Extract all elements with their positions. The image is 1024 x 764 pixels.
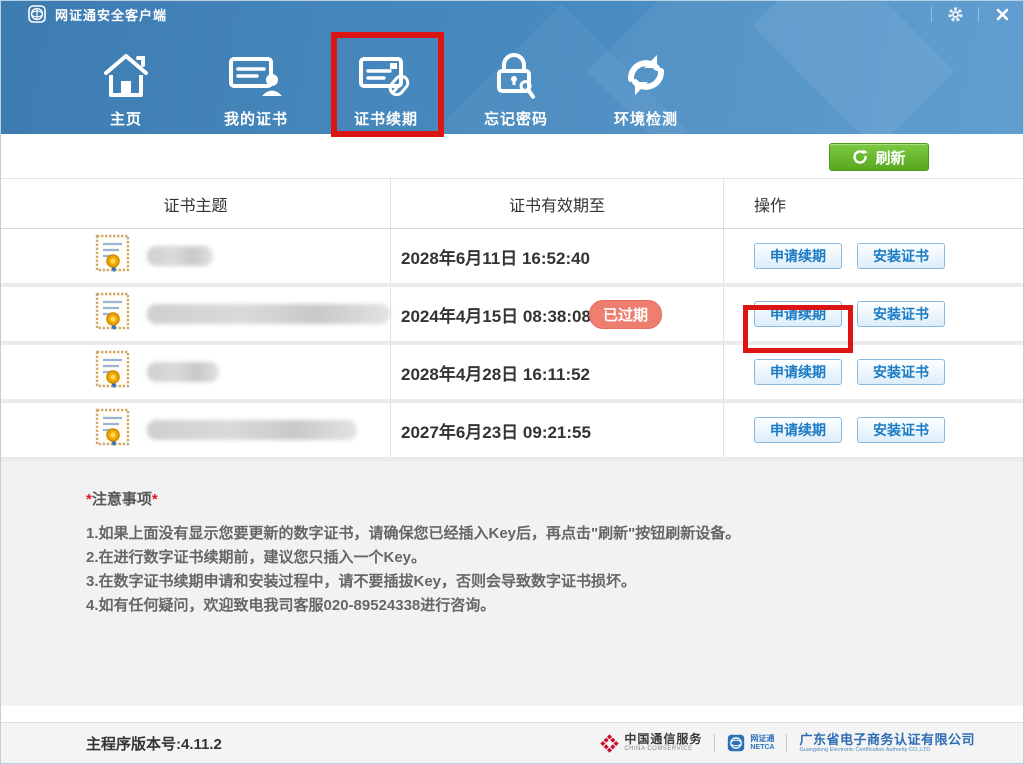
column-header-expiry: 证书有效期至 xyxy=(391,179,724,228)
expiry-date: 2027年6月23日 09:21:55 xyxy=(391,403,724,457)
nav-item-forgot-password[interactable]: 忘记密码 xyxy=(451,39,581,129)
gear-icon[interactable] xyxy=(942,3,968,25)
install-certificate-button[interactable]: 安装证书 xyxy=(857,243,945,269)
column-header-subject: 证书主题 xyxy=(1,179,391,228)
notes-title: *注意事项* xyxy=(86,488,983,509)
window-controls xyxy=(921,1,1015,27)
table-row: 2027年6月23日 09:21:55 申请续期 安装证书 xyxy=(1,403,1023,461)
netca-logo: 网证通 NETCA xyxy=(727,734,774,752)
logo-label-cn: 广东省电子商务认证有限公司 xyxy=(799,733,975,747)
table-header-row: 证书主题 证书有效期至 操作 xyxy=(1,179,1023,229)
home-icon xyxy=(61,39,191,99)
id-card-person-icon xyxy=(191,39,321,99)
card-paperclip-icon xyxy=(321,39,451,99)
expiry-date: 2028年4月28日 16:11:52 xyxy=(391,345,724,399)
nav-item-environment-check[interactable]: 环境检测 xyxy=(581,39,711,129)
notes-list: 1.如果上面没有显示您要更新的数字证书，请确保您已经插入Key后，再点击"刷新"… xyxy=(86,522,983,618)
nav-item-my-certificates[interactable]: 我的证书 xyxy=(191,39,321,129)
nav-label: 我的证书 xyxy=(191,108,321,129)
certificate-seal-icon xyxy=(95,292,131,337)
netca-emblem-icon xyxy=(28,5,46,23)
install-certificate-button[interactable]: 安装证书 xyxy=(857,359,945,385)
lock-wrench-icon xyxy=(451,39,581,99)
renew-button[interactable]: 申请续期 xyxy=(754,417,842,443)
close-icon[interactable] xyxy=(989,3,1015,25)
refresh-button[interactable]: 刷新 xyxy=(829,143,929,171)
nav-item-home[interactable]: 主页 xyxy=(61,39,191,129)
version-label: 主程序版本号:4.11.2 xyxy=(86,733,222,754)
logo-label-en: Guangdong Electronic Certification Autho… xyxy=(799,747,975,753)
footer: 主程序版本号:4.11.2 中国通信服务 CHINA COMSERVICE xyxy=(1,722,1023,763)
titlebar: 网证通安全客户端 xyxy=(1,1,1023,27)
nav-label: 证书续期 xyxy=(321,108,451,129)
toolbar-row: 刷新 xyxy=(1,134,1023,179)
logo-label-cn: 网证通 xyxy=(750,735,774,744)
table-row: 2028年6月11日 16:52:40 申请续期 安装证书 xyxy=(1,229,1023,287)
app-window: 网证通安全客户端 xyxy=(0,0,1024,764)
expiry-date: 2028年6月11日 16:52:40 xyxy=(391,229,724,283)
china-comservice-logo: 中国通信服务 CHINA COMSERVICE xyxy=(600,733,702,753)
certificate-table: 证书主题 证书有效期至 操作 2028年6月11日 xyxy=(1,179,1023,461)
nav-label: 主页 xyxy=(61,108,191,129)
certificate-seal-icon xyxy=(95,408,131,453)
certificate-subject-redacted xyxy=(147,362,219,382)
main-nav: 主页 我的证书 xyxy=(1,39,1023,129)
renew-button[interactable]: 申请续期 xyxy=(754,359,842,385)
certificate-subject-redacted xyxy=(147,304,390,324)
logo-label-en: NETCA xyxy=(750,744,774,752)
logo-label-cn: 中国通信服务 xyxy=(624,733,702,746)
refresh-label: 刷新 xyxy=(875,147,905,168)
certificate-subject-redacted xyxy=(147,420,357,440)
footer-logos: 中国通信服务 CHINA COMSERVICE 网证通 NETCA 广东省电子商… xyxy=(600,733,975,753)
renew-button[interactable]: 申请续期 xyxy=(754,301,842,327)
note-item: 3.在数字证书续期申请和安装过程中，请不要插拔Key，否则会导致数字证书损坏。 xyxy=(86,570,983,594)
header: 网证通安全客户端 xyxy=(1,1,1023,134)
refresh-icon xyxy=(852,149,868,165)
nav-item-certificate-renewal[interactable]: 证书续期 xyxy=(321,39,451,129)
column-header-actions: 操作 xyxy=(724,179,1023,228)
renew-button[interactable]: 申请续期 xyxy=(754,243,842,269)
titlebar-separator xyxy=(931,7,932,22)
sync-arrows-icon xyxy=(581,39,711,99)
expired-badge: 已过期 xyxy=(589,300,662,329)
nav-label: 忘记密码 xyxy=(451,108,581,129)
nav-label: 环境检测 xyxy=(581,108,711,129)
note-item: 4.如有任何疑问，欢迎致电我司客服020-89524338进行咨询。 xyxy=(86,594,983,618)
app-title: 网证通安全客户端 xyxy=(55,5,167,24)
note-item: 1.如果上面没有显示您要更新的数字证书，请确保您已经插入Key后，再点击"刷新"… xyxy=(86,522,983,546)
table-row: 2028年4月28日 16:11:52 申请续期 安装证书 xyxy=(1,345,1023,403)
asterisk: * xyxy=(152,491,158,508)
logo-separator xyxy=(714,734,715,752)
notes-section: *注意事项* 1.如果上面没有显示您要更新的数字证书，请确保您已经插入Key后，… xyxy=(1,461,1023,706)
certificate-subject-redacted xyxy=(147,246,213,266)
install-certificate-button[interactable]: 安装证书 xyxy=(857,417,945,443)
note-item: 2.在进行数字证书续期前，建议您只插入一个Key。 xyxy=(86,546,983,570)
table-row: 2024年4月15日 08:38:08 已过期 申请续期 安装证书 xyxy=(1,287,1023,345)
logo-separator xyxy=(786,734,787,752)
certificate-seal-icon xyxy=(95,350,131,395)
install-certificate-button[interactable]: 安装证书 xyxy=(857,301,945,327)
logo-label-en: CHINA COMSERVICE xyxy=(624,746,702,753)
expiry-date: 2024年4月15日 08:38:08 xyxy=(401,302,591,327)
titlebar-separator xyxy=(978,7,979,22)
gdca-logo: 广东省电子商务认证有限公司 Guangdong Electronic Certi… xyxy=(799,733,975,753)
certificate-seal-icon xyxy=(95,234,131,279)
